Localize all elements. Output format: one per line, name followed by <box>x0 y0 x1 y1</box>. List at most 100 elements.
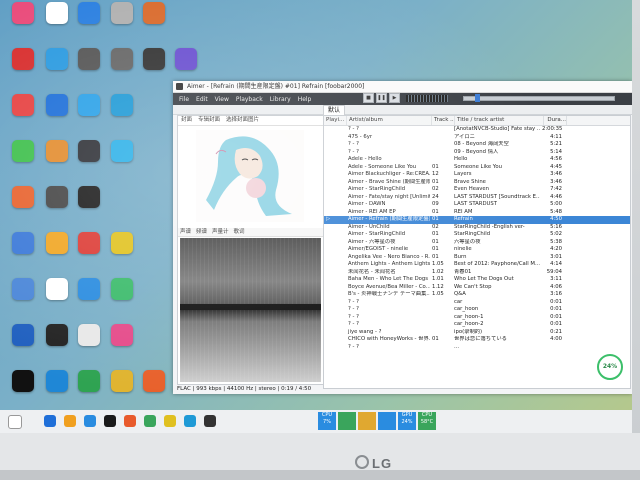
playlist-row[interactable]: Aimer/EGOIST - ninelie 01 ninelie 4:20 <box>324 246 630 254</box>
playlist-row[interactable]: ? - ?... <box>324 344 630 352</box>
desktop-shortcut-icon[interactable] <box>66 48 112 70</box>
playlist-row[interactable]: Aimer - Fate/stay night [Unlimit... 24 LAS… <box>324 194 630 202</box>
desktop-shortcut-icon[interactable] <box>99 370 145 392</box>
desktop-shortcut-icon[interactable] <box>0 278 46 300</box>
desktop-shortcut-icon[interactable] <box>66 232 112 254</box>
taskbar-app-icon[interactable] <box>84 415 96 427</box>
desktop-shortcut-icon[interactable] <box>34 94 80 116</box>
desktop-shortcut-icon[interactable] <box>99 232 145 254</box>
desktop-shortcut-icon[interactable] <box>131 48 177 70</box>
desktop-shortcut-icon[interactable] <box>0 324 46 346</box>
tab-default[interactable]: 默认 <box>323 105 346 116</box>
playlist-row[interactable]: Aimer - UnChild 02 StarRingChild -English … <box>324 224 630 232</box>
menu-view[interactable]: View <box>215 96 229 103</box>
tray-widget[interactable]: CPU 7% <box>318 412 336 430</box>
desktop-shortcut-icon[interactable] <box>34 140 80 162</box>
desktop-shortcut-icon[interactable] <box>0 140 46 162</box>
tab-album-cover[interactable]: 专辑封面 <box>198 116 220 125</box>
tray-widget[interactable] <box>358 412 376 430</box>
playlist-row[interactable]: ? - ? 09 - Beyond 情人 5:14 <box>324 149 630 157</box>
start-icon[interactable] <box>8 415 22 429</box>
seek-bar[interactable] <box>463 94 615 102</box>
tray-widget[interactable]: GPU 24% <box>398 412 416 430</box>
playlist-row[interactable]: Aimer - Brave Shine (期間生産限定盤)01 Brave Shi… <box>324 179 630 187</box>
playlist-row[interactable]: Boyce Avenue/Bea Miller - Co... 1.12 We Ca… <box>324 284 630 292</box>
playlist-row[interactable]: jiye wang - ? ipo(录制的) 0:21 <box>324 329 630 337</box>
desktop-shortcut-icon[interactable] <box>66 370 112 392</box>
menu-file[interactable]: File <box>179 96 189 103</box>
taskbar-app-icon[interactable] <box>204 415 216 427</box>
taskbar-app-icon[interactable] <box>44 415 56 427</box>
desktop-shortcut-icon[interactable] <box>0 232 46 254</box>
desktop-shortcut-icon[interactable] <box>0 2 46 24</box>
playlist-row[interactable]: Anthem Lights - Anthem Lights ... 1.05 Bes… <box>324 261 630 269</box>
speed-badge[interactable]: 24% <box>597 354 623 380</box>
play-button[interactable]: ▶ <box>389 93 400 103</box>
playlist-row[interactable]: ? - ? 08 - Beyond 海阔天空 5:21 <box>324 141 630 149</box>
tab-select-cover[interactable]: 选择封面图片 <box>226 116 259 125</box>
taskbar-app-icon[interactable] <box>144 415 156 427</box>
playlist-row[interactable]: Aimer - StarRingChild 02 Even Heaven 7:42 <box>324 186 630 194</box>
desktop-shortcut-icon[interactable] <box>99 140 145 162</box>
playlist-row[interactable]: ? - ? car 0:01 <box>324 299 630 307</box>
playlist-row[interactable]: 未闻花名 - 未闻花名 1.02 青春01 59:04 <box>324 269 630 277</box>
tray-widget[interactable]: CPU 58°C <box>418 412 436 430</box>
menu-playback[interactable]: Playback <box>236 96 263 103</box>
col-playing[interactable]: Playi... <box>324 116 347 125</box>
desktop-shortcut-icon[interactable] <box>34 186 80 208</box>
desktop-shortcut-icon[interactable] <box>99 278 145 300</box>
playlist-row[interactable]: ? - ? car_hoon 0:01 <box>324 306 630 314</box>
tab-cover[interactable]: 封面 <box>181 116 192 125</box>
desktop-shortcut-icon[interactable] <box>34 324 80 346</box>
playlist-row[interactable]: Aimer - REI AM EP 01 REI AM 5:48 <box>324 209 630 217</box>
stop-button[interactable]: ■ <box>363 93 374 103</box>
desktop-shortcut-icon[interactable] <box>131 370 177 392</box>
tray-widget[interactable] <box>378 412 396 430</box>
desktop-shortcut-icon[interactable] <box>0 94 46 116</box>
desktop-shortcut-icon[interactable] <box>34 232 80 254</box>
window-titlebar[interactable]: Aimer - [Refrain (期間生産限定盤) #01] Refrain … <box>173 81 632 93</box>
playlist-row[interactable]: CHICO with HoneyWorks - 世界... 01 世界は恋に落ちてい… <box>324 336 630 344</box>
seek-thumb[interactable] <box>474 94 480 102</box>
desktop-shortcut-icon[interactable] <box>66 2 112 24</box>
desktop-shortcut-icon[interactable] <box>0 186 46 208</box>
playlist-row-playing[interactable]: ▷ Aimer - Refrain (期間生産限定盤) 01 Refrain 4:50 <box>324 216 630 224</box>
desktop-shortcut-icon[interactable] <box>66 324 112 346</box>
desktop-shortcut-icon[interactable] <box>131 2 177 24</box>
playlist-row[interactable]: ? - ? [AnotatNVCB-Studio] Fate stay ... 2:… <box>324 126 630 134</box>
col-artist-album[interactable]: Artist/album <box>347 116 432 125</box>
desktop-shortcut-icon[interactable] <box>34 48 80 70</box>
playlist-row[interactable]: Adele - Hello Hello 4:56 <box>324 156 630 164</box>
desktop-shortcut-icon[interactable] <box>66 186 112 208</box>
taskbar-app-icon[interactable] <box>124 415 136 427</box>
desktop-shortcut-icon[interactable] <box>99 2 145 24</box>
tray-widget[interactable] <box>338 412 356 430</box>
taskbar-app-icon[interactable] <box>104 415 116 427</box>
tab-lyrics[interactable]: 歌词 <box>234 228 245 236</box>
playlist-row[interactable]: Adele - Someone Like You 01 Someone Like Y… <box>324 164 630 172</box>
desktop-shortcut-icon[interactable] <box>66 94 112 116</box>
taskbar-app-icon[interactable] <box>64 415 76 427</box>
playlist-row[interactable]: Aimer Blackuchliger - Re:CREA... 12 Layers… <box>324 171 630 179</box>
desktop-shortcut-icon[interactable] <box>0 370 46 392</box>
taskbar-app-icon[interactable] <box>164 415 176 427</box>
taskbar-app-icon[interactable] <box>184 415 196 427</box>
col-track[interactable]: Track ... <box>432 116 455 125</box>
desktop-shortcut-icon[interactable] <box>34 2 80 24</box>
desktop-shortcut-icon[interactable] <box>66 140 112 162</box>
desktop-shortcut-icon[interactable] <box>0 48 46 70</box>
playlist-row[interactable]: 475 - 6yr アイロニ 4:11 <box>324 134 630 142</box>
menu-edit[interactable]: Edit <box>196 96 208 103</box>
playlist-row[interactable]: Aimer - DAWN 09 LAST STARDUST 5:00 <box>324 201 630 209</box>
playlist-row[interactable]: Aimer - StarRingChild 01 StarRingChild 5:02 <box>324 231 630 239</box>
foobar-window[interactable]: Aimer - [Refrain (期間生産限定盤) #01] Refrain … <box>173 81 632 394</box>
col-title[interactable]: Title / track artist <box>455 116 544 125</box>
pause-button[interactable]: ❚❚ <box>376 93 387 103</box>
desktop-shortcut-icon[interactable] <box>99 94 145 116</box>
desktop-shortcut-icon[interactable] <box>34 370 80 392</box>
tab-vu-meter[interactable]: 声量计 <box>212 228 229 236</box>
playlist-row[interactable]: Aimer - 六等星の夜 01 六等星の夜 5:38 <box>324 239 630 247</box>
playlist-row[interactable]: Baha Men - Who Let The Dogs ... 1.01 Who L… <box>324 276 630 284</box>
col-duration[interactable]: Dura... <box>544 116 567 125</box>
desktop-shortcut-icon[interactable] <box>99 48 145 70</box>
